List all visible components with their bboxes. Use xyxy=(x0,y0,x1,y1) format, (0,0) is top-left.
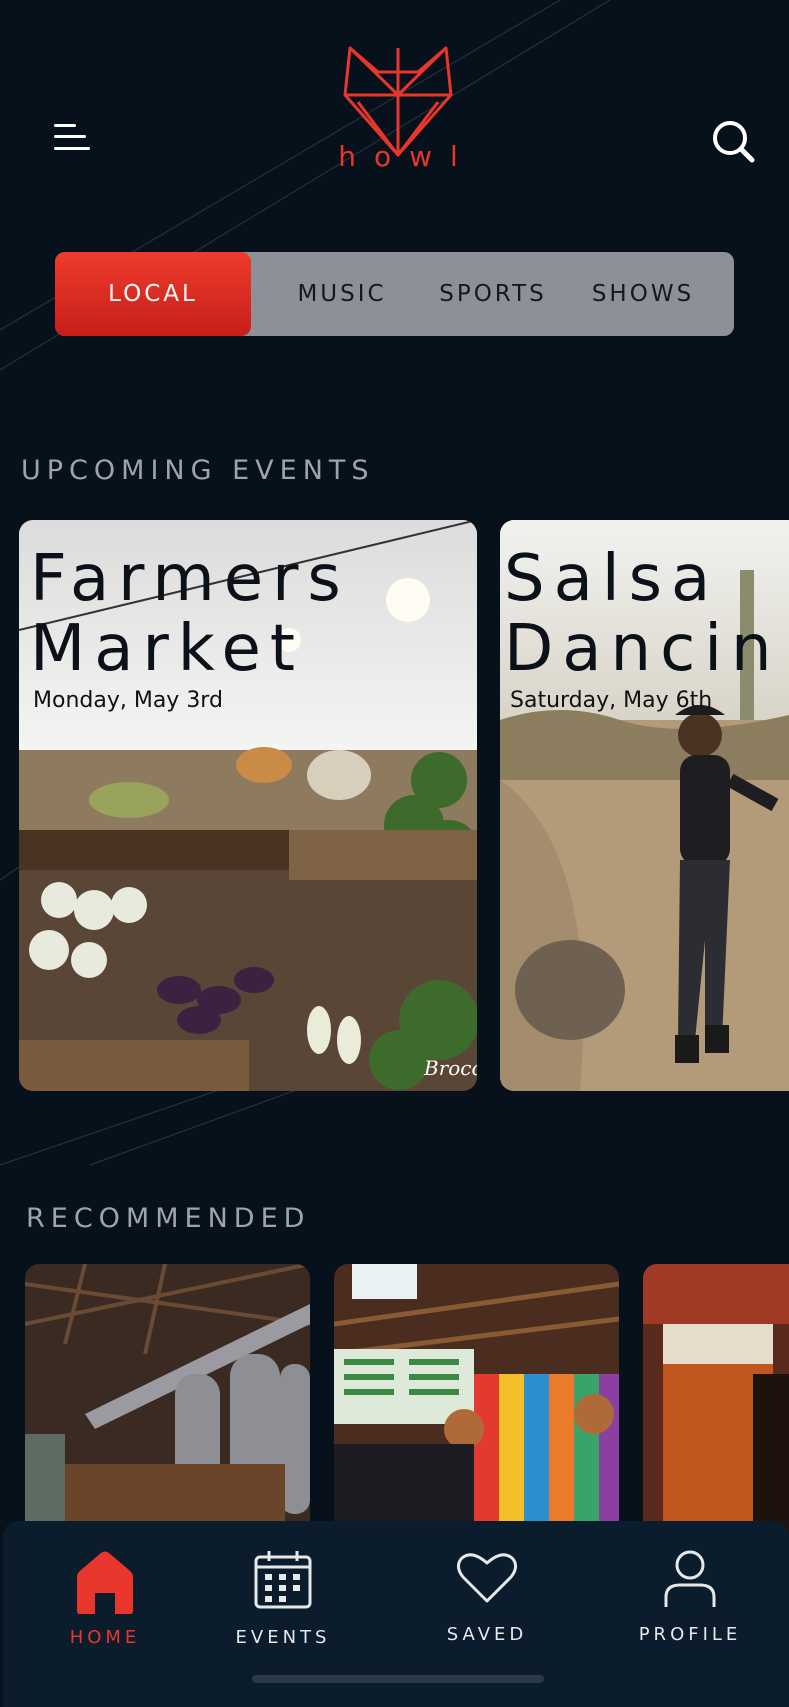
nav-label: HOME xyxy=(69,1627,141,1648)
event-title: Farmers Market xyxy=(30,542,350,686)
nav-label: SAVED xyxy=(446,1624,528,1645)
upcoming-events-heading: UPCOMING EVENTS xyxy=(21,455,375,486)
nav-events[interactable]: EVENTS xyxy=(208,1549,358,1659)
beer-glasses-photo xyxy=(643,1264,789,1534)
recommended-card[interactable] xyxy=(643,1264,789,1534)
hamburger-line xyxy=(54,147,90,150)
nav-saved[interactable]: SAVED xyxy=(412,1549,562,1659)
tab-sports[interactable]: SPORTS xyxy=(423,252,563,336)
recommended-card[interactable] xyxy=(334,1264,619,1534)
category-tabs: LOCAL MUSIC SPORTS SHOWS xyxy=(55,252,734,336)
hamburger-line xyxy=(54,135,86,138)
app-logo-text: howl xyxy=(338,140,476,173)
home-icon xyxy=(77,1551,133,1614)
tab-local[interactable]: LOCAL xyxy=(55,252,251,336)
nav-home[interactable]: HOME xyxy=(30,1549,180,1659)
user-icon xyxy=(664,1550,716,1607)
home-indicator xyxy=(252,1675,544,1683)
calendar-icon xyxy=(254,1551,312,1609)
event-date: Saturday, May 6th xyxy=(510,688,713,713)
event-card-salsa-dancing[interactable]: Salsa Dancin Saturday, May 6th xyxy=(500,520,789,1091)
brewery-tanks-photo xyxy=(25,1264,310,1534)
recommended-heading: RECOMMENDED xyxy=(26,1203,311,1234)
menu-button[interactable] xyxy=(50,120,94,156)
tab-music[interactable]: MUSIC xyxy=(277,252,407,336)
nav-label: EVENTS xyxy=(235,1627,331,1648)
recommended-card[interactable] xyxy=(25,1264,310,1534)
event-title: Salsa Dancin xyxy=(504,542,781,686)
svg-text:Broccoli: Broccoli xyxy=(423,1056,477,1080)
event-date: Monday, May 3rd xyxy=(33,688,223,713)
hamburger-menu-icon xyxy=(54,124,76,127)
tab-shows[interactable]: SHOWS xyxy=(573,252,713,336)
heart-icon xyxy=(456,1553,518,1603)
search-icon[interactable] xyxy=(710,118,756,164)
nav-profile[interactable]: PROFILE xyxy=(615,1549,765,1659)
event-card-farmers-market[interactable]: Broccoli Farmers Market Monday, May 3rd xyxy=(19,520,477,1091)
taproom-bar-photo xyxy=(334,1264,619,1534)
nav-label: PROFILE xyxy=(638,1624,742,1645)
